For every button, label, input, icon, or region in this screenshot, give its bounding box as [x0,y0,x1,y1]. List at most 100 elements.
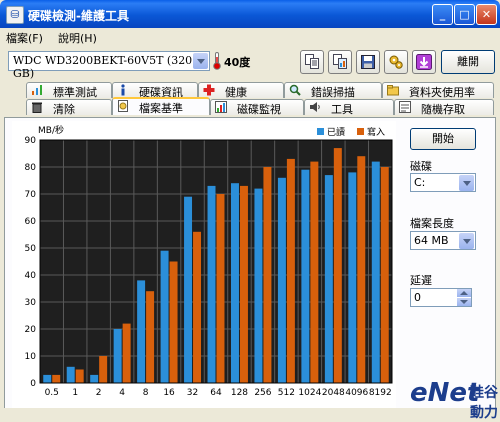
bar-read [184,196,193,383]
file-length-label: 檔案長度 [410,217,454,230]
chevron-down-icon[interactable] [193,53,208,69]
tab-row-2: 清除 檔案基準 磁碟監視 工具 隨機存取 [4,97,496,116]
bar-read [207,185,216,383]
drive-select[interactable]: WDC WD3200BEKT-60V5T (320 GB) [8,51,210,80]
bar-write [169,261,178,383]
start-button[interactable]: 開始 [410,128,476,150]
y-tick-label: 90 [25,136,37,146]
y-tick-label: 30 [25,298,37,308]
download-icon [416,54,432,70]
tab-folder-usage[interactable]: 資料夾使用率 [382,82,494,99]
benchmark-chart: 0 10 20 30 40 50 60 70 80 90 MB/秒 已讀 寫入 0.5 1 2 4 8 16 32 64… [12,121,396,408]
bar-read [301,169,310,383]
tab-erase[interactable]: 清除 [26,99,112,116]
menu-help[interactable]: 說明(H) [58,30,97,46]
tab-standard-test[interactable]: 標準測試 [26,82,112,99]
copy-image-button[interactable] [328,50,352,74]
copy-text-button[interactable] [300,50,324,74]
x-tick-label: 32 [187,388,198,398]
bar-write [263,167,272,383]
bar-read [348,172,357,383]
bar-write [216,194,225,383]
watermark-cn-text: 硅谷動力 [470,385,498,421]
y-tick-label: 80 [25,163,37,173]
exit-button[interactable]: 離開 [441,50,495,74]
bar-read [371,161,380,383]
bar-read [230,183,239,383]
y-tick-label: 20 [25,325,37,335]
spin-down-icon[interactable] [457,298,471,306]
legend-label: 寫入 [367,126,385,138]
app-icon: ⛁ [6,6,24,24]
tab-tools[interactable]: 工具 [304,99,394,116]
drive-toolbar: WDC WD3200BEKT-60V5T (320 GB) 40度 離開 [0,46,500,80]
legend-swatch [317,128,324,135]
y-tick-label: 0 [30,379,36,389]
x-tick-label: 4096 [345,388,368,398]
copy-text-icon [305,54,319,69]
tab-random-access[interactable]: 隨機存取 [394,99,494,116]
bar-write [333,148,342,383]
bar-write [52,374,61,383]
menu-file[interactable]: 檔案(F) [6,30,43,46]
bar-write [380,167,389,383]
thermometer-icon [213,52,221,70]
x-tick-label: 1024 [298,388,321,398]
x-tick-label: 16 [163,388,175,398]
bar-read [254,188,263,383]
x-tick-label: 2 [96,388,102,398]
x-tick-label: 8192 [369,388,392,398]
bar-write [99,356,108,383]
maximize-button[interactable]: □ [454,4,475,25]
bar-read [160,250,169,383]
bar-read [113,329,122,383]
x-tick-label: 0.5 [45,388,59,398]
delay-label: 延遲 [410,274,432,287]
folder-icon [387,85,399,96]
enet-watermark-logo: eNet 硅谷動力 [410,378,500,421]
tab-health[interactable]: 健康 [198,82,284,99]
bar-read [324,175,333,383]
speaker-icon [310,102,320,112]
window-title: 硬碟檢測-維護工具 [28,9,129,23]
file-length-value: 64 MB [414,234,449,247]
chart-svg: 0 10 20 30 40 50 60 70 80 90MB/秒 已讀 寫入 0.5 1 2 4 8 16 32 64… [25,124,393,398]
monitor-chart-icon [215,101,227,113]
x-tick-label: 512 [278,388,295,398]
close-button[interactable]: ✕ [476,4,497,25]
bar-write [239,185,248,383]
y-tick-label: 10 [25,352,37,362]
chevron-down-icon[interactable] [459,233,474,249]
y-tick-label: 60 [25,217,37,227]
tab-row-1: 標準測試 硬碟資訊 健康 錯誤掃描 資料夾使用率 [4,82,496,99]
drive-combo-value: C: [414,176,426,189]
menu-bar: 檔案(F) 說明(H) [0,28,500,46]
x-tick-label: 256 [254,388,271,398]
y-tick-label: 70 [25,190,37,200]
benchmark-icon [32,85,42,95]
drive-label: 磁碟 [410,160,432,173]
delay-spinner[interactable]: 0 [410,288,472,307]
settings-button[interactable] [384,50,408,74]
file-length-combo[interactable]: 64 MB [410,231,476,250]
tab-error-scan[interactable]: 錯誤掃描 [284,82,382,99]
save-button[interactable] [356,50,380,74]
spin-up-icon[interactable] [457,289,471,297]
tab-disk-info[interactable]: 硬碟資訊 [112,82,198,99]
title-bar: ⛁ 硬碟檢測-維護工具 _ □ ✕ [0,0,500,28]
x-tick-label: 1 [72,388,78,398]
x-tick-label: 128 [231,388,248,398]
bar-read [137,280,146,383]
bar-write [357,156,366,383]
tab-file-benchmark[interactable]: 檔案基準 [112,97,210,115]
drive-select-value: WDC WD3200BEKT-60V5T (320 GB) [13,54,193,80]
y-tick-label: 50 [25,244,37,254]
drive-combo[interactable]: C: [410,173,476,192]
chevron-down-icon[interactable] [459,175,474,191]
trash-icon [32,102,42,113]
download-button[interactable] [412,50,436,74]
bar-read [43,374,52,383]
y-tick-label: 40 [25,271,37,281]
tab-disk-monitor[interactable]: 磁碟監視 [210,99,304,116]
minimize-button[interactable]: _ [432,4,453,25]
